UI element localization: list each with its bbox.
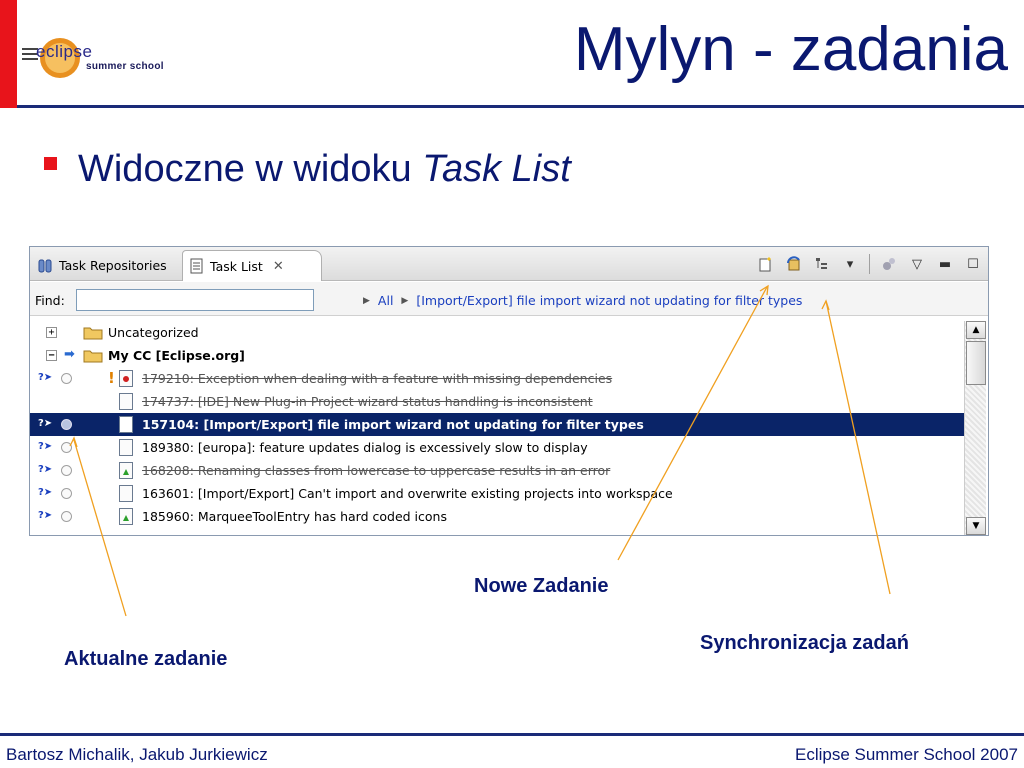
bullet-text: Widoczne w widoku Task List bbox=[78, 148, 571, 190]
task-icon bbox=[119, 393, 133, 410]
callout-synchronization: Synchronizacja zadań bbox=[700, 632, 909, 654]
task-label: 189380: [europa]: feature updates dialog… bbox=[142, 440, 588, 455]
synchronization-status-icon: ?➤ bbox=[38, 487, 53, 498]
task-row[interactable]: ?➤ 189380: [europa]: feature updates dia… bbox=[30, 436, 964, 459]
footer-event: Eclipse Summer School 2007 bbox=[794, 745, 1018, 764]
breadcrumb-all-link[interactable]: All bbox=[378, 293, 394, 308]
task-row-active[interactable]: ?➤ 157104: [Import/Export] file import w… bbox=[30, 413, 964, 436]
task-label: 157104: [Import/Export] file import wiza… bbox=[142, 417, 644, 432]
vertical-scrollbar[interactable]: ▲ ▼ bbox=[964, 321, 986, 535]
focus-button[interactable] bbox=[880, 255, 898, 273]
task-icon bbox=[119, 462, 133, 479]
header-divider bbox=[17, 105, 1024, 108]
find-label: Find: bbox=[35, 293, 65, 308]
activate-task-icon[interactable] bbox=[61, 511, 72, 522]
scroll-thumb[interactable] bbox=[966, 341, 986, 385]
tab-label: Task List bbox=[210, 258, 263, 274]
slide-title: Mylyn - zadania bbox=[573, 15, 1008, 84]
synchronization-status-icon: ?➤ bbox=[38, 418, 53, 429]
dropdown-arrow-icon[interactable]: ▾ bbox=[841, 255, 859, 273]
query-folder-icon bbox=[83, 350, 103, 363]
task-icon bbox=[119, 485, 133, 502]
task-label: 179210: Exception when dealing with a fe… bbox=[142, 371, 613, 386]
task-label: 185960: MarqueeToolEntry has hard coded … bbox=[142, 509, 447, 524]
synchronize-button[interactable] bbox=[785, 255, 803, 273]
callout-new-task: Nowe Zadanie bbox=[474, 575, 609, 597]
activate-task-icon[interactable] bbox=[61, 442, 72, 453]
task-label: 163601: [Import/Export] Can't import and… bbox=[142, 486, 673, 501]
tree-row-uncategorized[interactable]: + Uncategorized bbox=[30, 321, 964, 344]
scroll-down-icon[interactable]: ▼ bbox=[966, 517, 986, 535]
new-task-icon bbox=[759, 257, 771, 272]
logo-text: eclipse bbox=[36, 42, 93, 61]
task-row[interactable]: ?➤ 163601: [Import/Export] Can't import … bbox=[30, 482, 964, 505]
incoming-arrow-icon: ➡ bbox=[64, 347, 75, 362]
task-icon bbox=[119, 370, 133, 387]
hierarchy-icon bbox=[816, 258, 827, 269]
breadcrumb-arrow-icon: ▶ bbox=[401, 295, 409, 306]
view-tab-bar: Task Repositories Task List ✕ ▾ ▽ ▬ ☐ bbox=[30, 247, 988, 281]
tab-task-list[interactable]: Task List ✕ bbox=[182, 250, 322, 281]
toolbar-separator bbox=[869, 254, 870, 274]
synchronization-status-icon: ?➤ bbox=[38, 464, 53, 475]
view-menu-icon[interactable]: ▽ bbox=[908, 255, 926, 273]
task-list-view: Task Repositories Task List ✕ ▾ ▽ ▬ ☐ Fi… bbox=[29, 246, 989, 536]
priority-icon: ! bbox=[108, 369, 115, 387]
repository-icon bbox=[38, 259, 52, 272]
logo-subtitle: summer school bbox=[86, 61, 164, 72]
category-folder-icon bbox=[83, 327, 103, 340]
activate-task-icon[interactable] bbox=[61, 465, 72, 476]
task-label: 174737: [IDE] New Plug-in Project wizard… bbox=[142, 394, 593, 409]
breadcrumb-arrow-icon: ▶ bbox=[363, 295, 370, 306]
presentation-menu-button[interactable] bbox=[813, 255, 831, 273]
breadcrumb: ▶ All ▶ [Import/Export] file import wiza… bbox=[363, 293, 802, 308]
task-label: 168208: Renaming classes from lowercase … bbox=[142, 463, 611, 478]
tree-row-query[interactable]: − ➡ My CC [Eclipse.org] bbox=[30, 344, 964, 367]
task-row[interactable]: ?➤ ! 179210: Exception when dealing with… bbox=[30, 367, 964, 390]
maximize-icon[interactable]: ☐ bbox=[964, 255, 982, 273]
activate-task-icon[interactable] bbox=[61, 373, 72, 384]
tab-label: Task Repositories bbox=[59, 258, 167, 273]
bullet-marker bbox=[44, 157, 57, 170]
synchronization-status-icon: ?➤ bbox=[38, 441, 53, 452]
synchronization-status-icon: ?➤ bbox=[38, 372, 53, 383]
footer-authors: Bartosz Michalik, Jakub Jurkiewicz bbox=[6, 745, 268, 764]
breadcrumb-active-task-link[interactable]: [Import/Export] file import wizard not u… bbox=[416, 293, 802, 308]
expand-icon[interactable]: + bbox=[46, 327, 57, 338]
active-task-icon[interactable] bbox=[61, 419, 72, 430]
find-input[interactable] bbox=[76, 289, 314, 311]
task-row[interactable]: ?➤ 168208: Renaming classes from lowerca… bbox=[30, 459, 964, 482]
scroll-up-icon[interactable]: ▲ bbox=[966, 321, 986, 339]
activate-task-icon[interactable] bbox=[61, 488, 72, 499]
task-row[interactable]: 174737: [IDE] New Plug-in Project wizard… bbox=[30, 390, 964, 413]
collapse-icon[interactable]: − bbox=[46, 350, 57, 361]
synchronization-status-icon: ?➤ bbox=[38, 510, 53, 521]
category-label: Uncategorized bbox=[108, 325, 199, 340]
find-bar: Find: ▶ All ▶ [Import/Export] file impor… bbox=[30, 282, 988, 316]
red-accent-bar bbox=[0, 0, 17, 108]
synchronize-icon bbox=[787, 256, 800, 271]
callout-current-task: Aktualne zadanie bbox=[64, 648, 228, 670]
task-tree: + Uncategorized − ➡ My CC [Eclipse.org] … bbox=[30, 317, 964, 535]
bullet-italic: Task List bbox=[422, 148, 571, 190]
task-row[interactable]: ?➤ 185960: MarqueeToolEntry has hard cod… bbox=[30, 505, 964, 528]
footer-divider bbox=[0, 733, 1024, 736]
focus-icon bbox=[883, 258, 895, 270]
task-icon bbox=[119, 508, 133, 525]
close-icon[interactable]: ✕ bbox=[273, 259, 284, 274]
minimize-icon[interactable]: ▬ bbox=[936, 255, 954, 273]
task-icon bbox=[119, 439, 133, 456]
task-list-icon bbox=[190, 258, 203, 274]
view-toolbar: ▾ ▽ ▬ ☐ bbox=[757, 253, 982, 275]
task-icon bbox=[119, 416, 133, 433]
query-label: My CC [Eclipse.org] bbox=[108, 348, 245, 363]
tab-task-repositories[interactable]: Task Repositories bbox=[32, 250, 180, 281]
new-task-button[interactable] bbox=[757, 255, 775, 273]
